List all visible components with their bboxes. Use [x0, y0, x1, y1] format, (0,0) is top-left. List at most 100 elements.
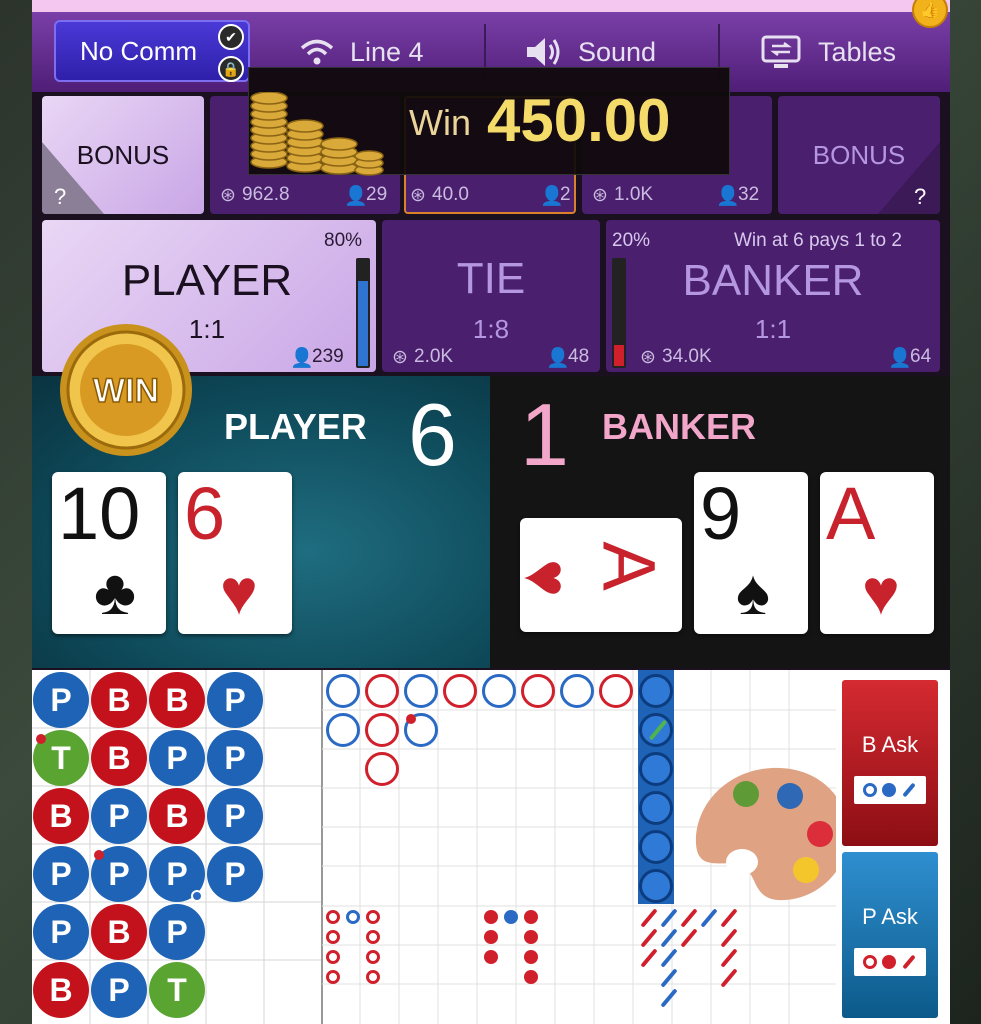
big-road-mark	[599, 674, 633, 708]
tie-bet-odds: 1:8	[472, 314, 510, 344]
bead: B	[91, 730, 147, 786]
card-rank: 6	[184, 472, 226, 555]
bead: P	[91, 962, 147, 1018]
banker-hand-title: BANKER	[602, 406, 757, 447]
ask-slash	[902, 954, 916, 970]
person-icon: 👤	[546, 348, 570, 369]
big-road-mark	[443, 674, 477, 708]
person-icon: 👤	[290, 348, 314, 369]
big-eye-mark	[326, 910, 340, 924]
big-road-mark	[639, 791, 673, 825]
bead: P	[91, 788, 147, 844]
win-amount: 450.00	[487, 87, 671, 154]
big-road-mark	[365, 674, 399, 708]
ask-slash	[902, 782, 916, 798]
big-road-mark	[560, 674, 594, 708]
bead: B	[91, 904, 147, 960]
banker-percent: 20%	[612, 230, 651, 251]
no-comm-label: No Comm	[80, 35, 198, 66]
bonus-right-bet[interactable]: BONUS ?	[778, 96, 940, 214]
banker-bet[interactable]: 20% Win at 6 pays 1 to 2 BANKER 1:1 ⊛ 34…	[606, 220, 940, 372]
side-bet-3-players: 32	[738, 184, 760, 205]
sound-button[interactable]: Sound	[524, 32, 656, 72]
chip-icon: ⊛	[410, 185, 426, 206]
person-icon: 👤	[344, 186, 368, 207]
banker-bet-odds: 1:1	[754, 314, 792, 344]
speaker-icon	[527, 38, 560, 66]
pair-marker	[406, 714, 416, 724]
big-eye-mark	[366, 930, 380, 944]
sound-label: Sound	[578, 36, 657, 67]
help-icon[interactable]: ?	[914, 184, 926, 210]
big-eye-mark	[326, 970, 340, 984]
player-ask-button[interactable]: P Ask	[842, 852, 938, 1018]
small-road-mark	[524, 950, 538, 964]
player-bet-players: 239	[312, 346, 344, 367]
small-road-mark	[524, 970, 538, 984]
banker-bet-amount: 34.0K	[662, 346, 712, 367]
banker-card-1: A ♥	[511, 518, 682, 632]
bead: B	[33, 962, 89, 1018]
player-bet-label: PLAYER	[121, 256, 293, 305]
small-road-mark	[484, 910, 498, 924]
side-bet-1-amount: 962.8	[242, 184, 290, 205]
monitor-icon	[761, 35, 801, 68]
bonus-right-label: BONUS	[812, 140, 906, 170]
palette-icon[interactable]	[692, 762, 854, 906]
baccarat-table: No Comm ✔ 🔒 Line 4 Sound Tables 👍 BONUS …	[32, 0, 950, 1024]
win-badge-icon: WIN	[60, 324, 192, 456]
lock-icon: 🔒	[218, 56, 244, 82]
bead: P	[33, 672, 89, 728]
gold-coins-icon	[250, 92, 384, 176]
big-road-mark	[639, 830, 673, 864]
big-eye-mark	[326, 930, 340, 944]
chip-icon: ⊛	[640, 347, 656, 368]
top-strip	[32, 0, 950, 12]
banker-card-3: A ♥	[820, 472, 934, 634]
tie-bet-amount: 2.0K	[414, 346, 454, 367]
bead: P	[33, 904, 89, 960]
person-icon: 👤	[716, 186, 740, 207]
big-eye-mark	[366, 950, 380, 964]
tie-bet[interactable]: TIE 1:8 ⊛ 2.0K 👤 48	[382, 220, 600, 372]
big-road-mark	[326, 674, 360, 708]
bead: T	[149, 962, 205, 1018]
big-road-mark	[404, 674, 438, 708]
card-rank: 9	[700, 472, 742, 555]
ask-dot	[882, 783, 896, 797]
bonus-left-bet[interactable]: BONUS ?	[42, 96, 204, 214]
big-road-mark	[639, 674, 673, 708]
banker-hand-score: 1	[520, 385, 569, 484]
person-icon: 👤	[888, 348, 912, 369]
bead: B	[33, 788, 89, 844]
tables-button[interactable]: Tables	[760, 32, 896, 72]
bead: B	[149, 672, 205, 728]
help-icon[interactable]: ?	[54, 184, 66, 210]
pair-marker	[36, 734, 46, 744]
ask-ring	[863, 955, 877, 969]
check-icon: ✔	[218, 24, 244, 50]
line-button[interactable]: Line 4	[300, 32, 424, 72]
ask-dot	[882, 955, 896, 969]
bead: P	[207, 672, 263, 728]
big-road-mark	[639, 869, 673, 903]
card-rank: A	[587, 541, 671, 591]
banker-note: Win at 6 pays 1 to 2	[734, 230, 902, 251]
small-road-mark	[484, 930, 498, 944]
pair-marker	[191, 890, 203, 902]
bead: P	[33, 846, 89, 902]
banker-bet-players: 64	[910, 346, 932, 367]
tables-label: Tables	[818, 36, 897, 67]
no-comm-button[interactable]: No Comm ✔ 🔒	[54, 20, 250, 82]
player-hand-title: PLAYER	[224, 406, 367, 447]
side-bet-2-amount: 40.0	[432, 184, 469, 205]
big-road-mark	[639, 752, 673, 786]
big-road-mark	[521, 674, 555, 708]
tie-bet-label: TIE	[456, 254, 526, 303]
banker-ask-button[interactable]: B Ask	[842, 680, 938, 846]
card-rank: A	[826, 472, 876, 555]
hearts-icon: ♥	[220, 556, 258, 628]
player-card-1: 10 ♣	[52, 472, 166, 634]
chip-icon: ⊛	[392, 347, 408, 368]
player-ask-preview	[854, 948, 926, 976]
